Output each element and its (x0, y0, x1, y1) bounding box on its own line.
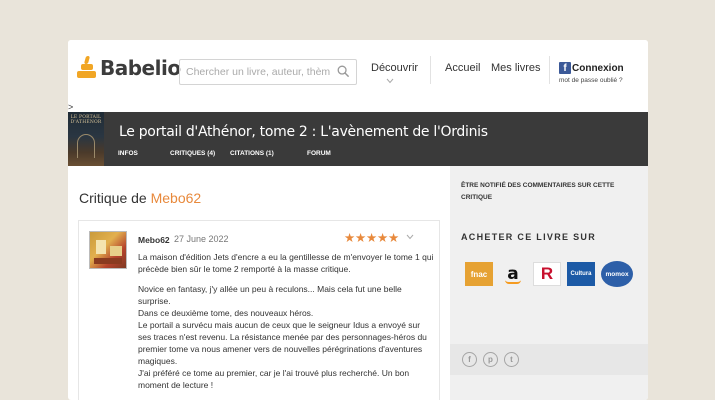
rakuten-logo[interactable]: R (533, 262, 561, 286)
fnac-label: fnac (470, 269, 488, 279)
cover-arch (77, 134, 95, 158)
momox-logo[interactable]: momox (601, 261, 633, 287)
facebook-icon: f (559, 62, 571, 74)
cultura-label: Cultura (570, 271, 592, 277)
book-tabs: INFOS CRITIQUES (4) CITATIONS (1) FORUM (118, 150, 331, 157)
review-user[interactable]: Mebo62 (138, 235, 170, 245)
search-icon[interactable] (337, 65, 350, 78)
chevron-down-icon[interactable] (406, 234, 414, 240)
sidebar: Être notifié des commentaires sur cette … (450, 166, 648, 400)
babelio-logo[interactable]: Babelio (76, 56, 181, 80)
search-input[interactable] (180, 60, 330, 84)
review-paragraph: Dans ce deuxième tome, des nouveaux héro… (138, 308, 314, 318)
rakuten-label: R (540, 264, 554, 283)
nav-accueil[interactable]: Accueil (445, 62, 480, 74)
cultura-logo[interactable]: Cultura (567, 262, 595, 286)
tab-citations[interactable]: CITATIONS (1) (230, 150, 307, 157)
star-icon: ★ (377, 231, 389, 245)
shop-list: fnac a R Cultura momox (465, 261, 639, 287)
cover-title: LE PORTAIL D'ATHÉNOR (70, 115, 102, 125)
twitter-icon[interactable]: t (504, 352, 519, 367)
amazon-logo[interactable]: a (499, 262, 527, 286)
avatar[interactable] (89, 231, 127, 269)
breadcrumb: > (68, 102, 74, 112)
nav-decouvrir[interactable]: Découvrir (371, 62, 418, 74)
nav-mes-livres[interactable]: Mes livres (491, 62, 541, 74)
site-header: Babelio Découvrir Accueil Mes livres f C… (68, 40, 648, 102)
book-banner: LE PORTAIL D'ATHÉNOR Le portail d'Athéno… (68, 112, 648, 166)
star-icon: ★ (366, 231, 378, 245)
star-icon: ★ (355, 231, 367, 245)
social-bar: f p t (450, 344, 648, 375)
page: Babelio Découvrir Accueil Mes livres f C… (68, 40, 648, 400)
critique-heading-prefix: Critique de (79, 190, 147, 206)
review-date: 27 June 2022 (174, 234, 229, 244)
review-paragraph: La maison d'édition Jets d'encre a eu la… (138, 252, 434, 274)
review-paragraph-gap (138, 275, 434, 283)
star-icon: ★ (388, 231, 400, 245)
fnac-logo[interactable]: fnac (465, 262, 493, 286)
tab-infos[interactable]: INFOS (118, 150, 170, 157)
review-card: Mebo62 27 June 2022 ★ ★ ★ ★ ★ La maison … (78, 220, 440, 400)
review-paragraph: J'ai préféré ce tome au premier, car je … (138, 368, 410, 390)
pinterest-icon[interactable]: p (483, 352, 498, 367)
tab-critiques[interactable]: CRITIQUES (4) (170, 150, 230, 157)
star-icon: ★ (344, 231, 356, 245)
tab-forum[interactable]: FORUM (307, 150, 331, 157)
facebook-icon[interactable]: f (462, 352, 477, 367)
connexion-label: Connexion (572, 62, 624, 74)
critique-heading: Critique de Mebo62 (79, 190, 201, 206)
nav-divider (549, 56, 550, 84)
chevron-down-icon[interactable] (386, 78, 394, 84)
notify-link[interactable]: Être notifié des commentaires sur cette … (461, 180, 631, 204)
book-stack-icon (76, 56, 96, 80)
logo-text: Babelio (100, 56, 181, 80)
connexion-button[interactable]: f Connexion (559, 62, 624, 74)
password-forgot-link[interactable]: mot de passe oublié ? (559, 77, 623, 84)
book-cover[interactable]: LE PORTAIL D'ATHÉNOR (68, 112, 104, 166)
search-box (179, 59, 357, 85)
review-paragraph: Le portail a survécu mais aucun de ceux … (138, 320, 427, 366)
buy-title: ACHETER CE LIVRE SUR (461, 232, 597, 242)
amazon-smile (505, 280, 521, 284)
critique-heading-user[interactable]: Mebo62 (151, 190, 202, 206)
book-title[interactable]: Le portail d'Athénor, tome 2 : L'avèneme… (119, 124, 488, 140)
nav-divider (430, 56, 431, 84)
review-paragraph: Novice en fantasy, j'y allée un peu à re… (138, 284, 402, 306)
momox-label: momox (605, 270, 629, 278)
amazon-label: a (507, 264, 519, 284)
review-text: La maison d'édition Jets d'encre a eu la… (138, 251, 434, 391)
star-rating: ★ ★ ★ ★ ★ (344, 231, 400, 245)
